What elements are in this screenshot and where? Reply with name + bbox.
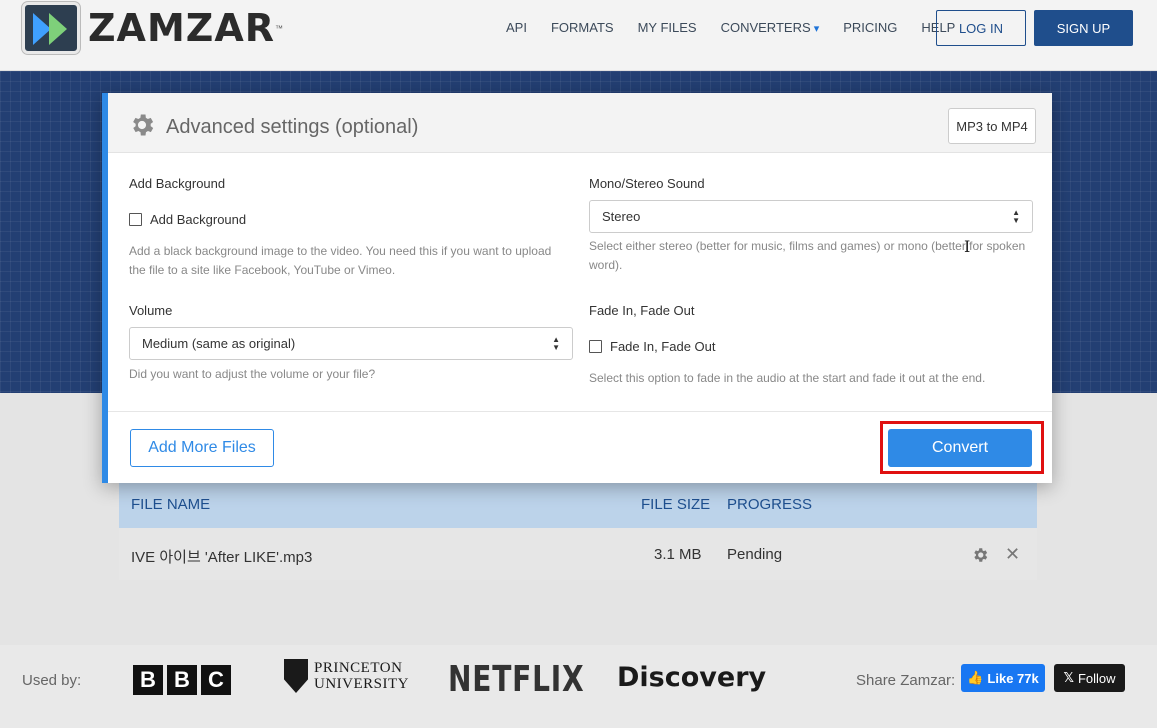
princeton-shield-icon	[284, 659, 308, 693]
select-arrows-icon: ▲ ▼	[552, 335, 560, 352]
volume-heading: Volume	[129, 303, 173, 318]
settings-gear-icon	[133, 114, 154, 136]
mono-stereo-heading: Mono/Stereo Sound	[589, 176, 705, 191]
add-background-checkbox[interactable]: Add Background	[129, 212, 246, 227]
file-table: FILE NAME FILE SIZE PROGRESS IVE 아이브 'Af…	[119, 482, 1037, 580]
volume-help: Did you want to adjust the volume or you…	[129, 367, 376, 381]
nav-formats[interactable]: FORMATS	[551, 20, 614, 37]
signup-button[interactable]: SIGN UP	[1034, 10, 1133, 46]
thumbs-up-icon: 👍	[967, 670, 984, 685]
used-by-label: Used by:	[22, 672, 82, 689]
volume-select[interactable]: Medium (same as original) ▲ ▼	[129, 327, 573, 360]
logo-arrows-icon	[22, 2, 80, 54]
princeton-logo: PRINCETON UNIVERSITY	[284, 659, 409, 693]
logo-text: ZAMZAR	[88, 6, 276, 50]
remove-file-close-icon[interactable]: ✕	[1005, 544, 1020, 565]
header-file-size: FILE SIZE	[641, 496, 711, 513]
zamzar-logo[interactable]: ZAMZAR ™	[22, 2, 283, 54]
top-navbar: ZAMZAR ™ API FORMATS MY FILES CONVERTERS …	[0, 0, 1157, 71]
footer: Used by: BBC PRINCETON UNIVERSITY NETFLIX…	[0, 645, 1157, 728]
nav-converters[interactable]: CONVERTERS	[721, 20, 820, 37]
logo-trademark: ™	[275, 23, 284, 33]
add-more-files-button[interactable]: Add More Files	[130, 429, 274, 467]
file-table-header: FILE NAME FILE SIZE PROGRESS	[119, 482, 1037, 528]
file-name-cell: IVE 아이브 'After LIKE'.mp3	[131, 549, 313, 566]
table-row: IVE 아이브 'After LIKE'.mp3 3.1 MB Pending …	[119, 528, 1037, 580]
header-file-name: FILE NAME	[131, 496, 211, 513]
fade-help: Select this option to fade in the audio …	[589, 371, 986, 385]
add-background-help: Add a black background image to the vide…	[129, 244, 552, 277]
fade-checkbox-box[interactable]	[589, 340, 602, 353]
x-logo-icon: 𝕏	[1063, 670, 1074, 685]
mono-stereo-selected: Stereo	[602, 209, 641, 224]
advanced-settings-modal: Advanced settings (optional) MP3 to MP4 …	[102, 93, 1052, 483]
fade-heading: Fade In, Fade Out	[589, 303, 695, 318]
add-background-heading: Add Background	[129, 176, 226, 191]
modal-title: Advanced settings (optional)	[166, 116, 419, 138]
volume-selected: Medium (same as original)	[142, 336, 296, 351]
nav-links: API FORMATS MY FILES CONVERTERS PRICING …	[506, 20, 979, 37]
netflix-logo: NETFLIX	[448, 659, 585, 700]
modal-header: Advanced settings (optional) MP3 to MP4	[108, 93, 1052, 153]
select-arrows-icon: ▲ ▼	[1012, 208, 1020, 225]
nav-pricing[interactable]: PRICING	[843, 20, 897, 37]
bbc-logo: BBC	[133, 665, 231, 695]
modal-footer-divider	[108, 411, 1052, 412]
convert-button[interactable]: Convert	[888, 429, 1032, 467]
mono-stereo-select[interactable]: Stereo ▲ ▼	[589, 200, 1033, 233]
conversion-type-badge: MP3 to MP4	[948, 108, 1036, 144]
like-label: Like 77k	[987, 670, 1039, 686]
nav-api[interactable]: API	[506, 20, 527, 37]
fade-checkbox[interactable]: Fade In, Fade Out	[589, 339, 716, 354]
follow-label: Follow	[1077, 670, 1116, 686]
facebook-like-button[interactable]: 👍 Like 77k	[961, 664, 1045, 692]
file-size-cell: 3.1 MB	[654, 546, 702, 563]
add-background-checkbox-box[interactable]	[129, 213, 142, 226]
nav-my-files[interactable]: MY FILES	[638, 20, 697, 37]
x-follow-button[interactable]: 𝕏 Follow	[1054, 664, 1125, 692]
discovery-logo: Discovery	[617, 662, 767, 693]
login-button[interactable]: LOG IN	[936, 10, 1026, 46]
add-background-checkbox-label[interactable]: Add Background	[150, 212, 246, 227]
file-settings-gear-icon[interactable]	[971, 546, 989, 564]
text-cursor-icon: I	[964, 237, 971, 256]
fade-checkbox-label[interactable]: Fade In, Fade Out	[610, 339, 716, 354]
share-label: Share Zamzar:	[856, 672, 956, 689]
progress-cell: Pending	[727, 546, 783, 563]
header-progress: PROGRESS	[727, 496, 813, 513]
